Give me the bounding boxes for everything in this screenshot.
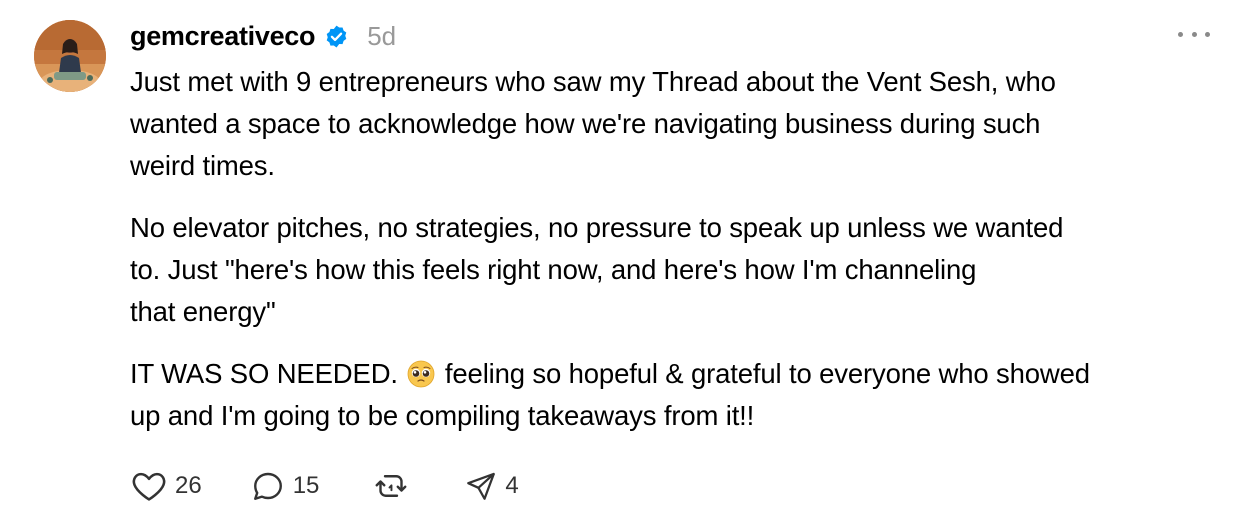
text-line: wanted a space to acknowledge how we're … bbox=[130, 108, 1041, 139]
text-line: IT WAS SO NEEDED. feeling so hopeful & g… bbox=[130, 353, 1220, 395]
text-segment: feeling so hopeful & grateful to everyon… bbox=[444, 358, 1090, 389]
repost-button[interactable] bbox=[373, 468, 416, 504]
heart-icon bbox=[130, 467, 168, 505]
comment-icon bbox=[250, 468, 286, 504]
text-line: up and I'm going to be compiling takeawa… bbox=[130, 400, 755, 431]
post-body: Just met with 9 entrepreneurs who saw my… bbox=[130, 61, 1220, 457]
text-line: No elevator pitches, no strategies, no p… bbox=[130, 212, 1064, 243]
text-line: weird times. bbox=[130, 150, 275, 181]
text-line: Just met with 9 entrepreneurs who saw my… bbox=[130, 66, 1056, 97]
like-button[interactable]: 26 bbox=[130, 467, 202, 505]
like-count: 26 bbox=[175, 472, 202, 499]
reply-button[interactable]: 15 bbox=[250, 468, 320, 504]
avatar[interactable] bbox=[34, 20, 106, 92]
send-icon bbox=[464, 469, 498, 503]
pleading-face-emoji-icon bbox=[407, 358, 435, 388]
text-line: to. Just "here's how this feels right no… bbox=[130, 254, 977, 285]
action-bar: 26 15 4 bbox=[130, 466, 519, 506]
share-button[interactable]: 4 bbox=[464, 469, 519, 503]
text-segment: IT WAS SO NEEDED. bbox=[130, 358, 398, 389]
post-header: gemcreativeco 5d bbox=[130, 18, 396, 54]
post-paragraph: IT WAS SO NEEDED. feeling so hopeful & g… bbox=[130, 353, 1220, 437]
text-line: that energy" bbox=[130, 296, 276, 327]
repost-icon bbox=[373, 468, 409, 504]
post-timestamp[interactable]: 5d bbox=[367, 21, 396, 52]
verified-badge-icon bbox=[324, 24, 349, 49]
more-options-icon[interactable] bbox=[1178, 24, 1210, 44]
post-paragraph: Just met with 9 entrepreneurs who saw my… bbox=[130, 61, 1220, 187]
thread-post: gemcreativeco 5d Just met with 9 entrepr… bbox=[0, 0, 1246, 528]
username[interactable]: gemcreativeco bbox=[130, 21, 316, 52]
post-paragraph: No elevator pitches, no strategies, no p… bbox=[130, 207, 1220, 333]
share-count: 4 bbox=[505, 472, 519, 499]
reply-count: 15 bbox=[292, 472, 320, 499]
